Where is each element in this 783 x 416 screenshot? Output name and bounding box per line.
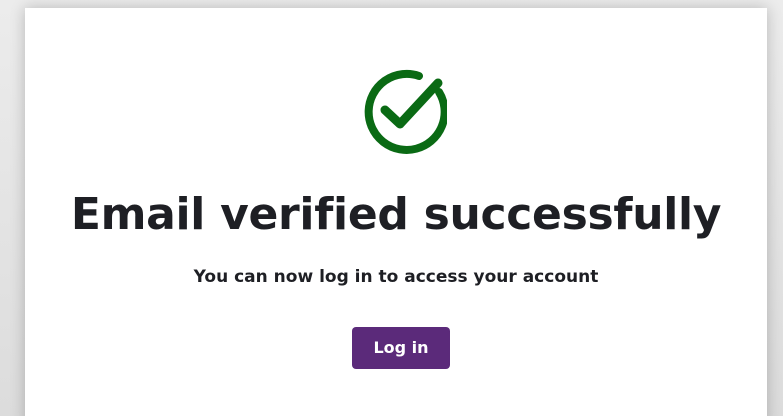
- login-button[interactable]: Log in: [352, 327, 450, 369]
- verification-message: You can now log in to access your accoun…: [193, 267, 599, 287]
- verification-card: Email verified successfully You can now …: [25, 8, 767, 416]
- page: Email verified successfully You can now …: [0, 0, 783, 416]
- check-circle-icon: [359, 66, 449, 154]
- page-title: Email verified successfully: [70, 189, 722, 240]
